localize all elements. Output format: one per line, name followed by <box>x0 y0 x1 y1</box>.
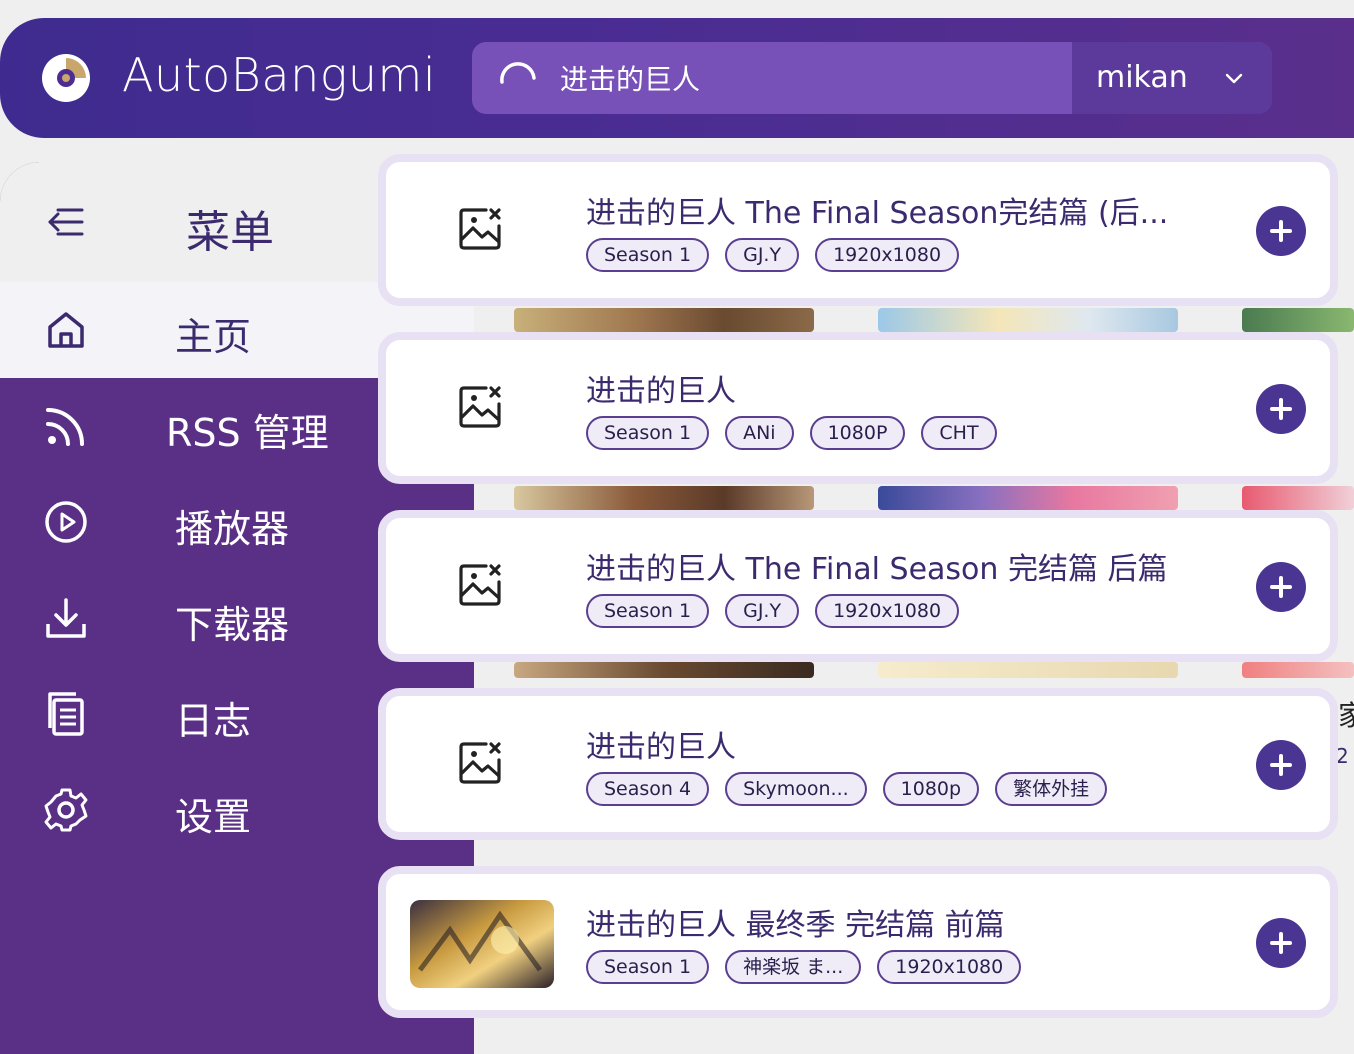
add-button[interactable] <box>1256 562 1306 612</box>
subtitle-tag: CHT <box>921 416 997 450</box>
poster-thumbnail-art <box>410 900 554 988</box>
gear-icon <box>44 788 88 832</box>
sidebar-item-label: RSS 管理 <box>166 411 329 455</box>
menu-title: 菜单 <box>186 207 274 258</box>
logo-icon <box>42 54 90 102</box>
plus-icon <box>1270 398 1292 420</box>
rss-icon <box>46 408 84 446</box>
result-title: 进击的巨人 <box>586 374 736 409</box>
add-button[interactable] <box>1256 740 1306 790</box>
source-select-value: mikan <box>1096 60 1188 95</box>
anime-poster[interactable] <box>514 308 814 332</box>
loading-spinner-icon <box>500 62 536 84</box>
plus-icon <box>1270 576 1292 598</box>
result-title: 进击的巨人 The Final Season完结篇 (后... <box>586 196 1169 231</box>
poster-thumbnail <box>410 900 554 988</box>
season-tag: Season 1 <box>586 950 710 984</box>
image-placeholder-icon <box>459 564 501 606</box>
anime-poster[interactable] <box>1242 486 1354 510</box>
group-tag: Skymoon... <box>725 772 867 806</box>
download-icon <box>46 598 86 638</box>
subtitle-tag: 繁体外挂 <box>995 772 1108 806</box>
plus-icon <box>1270 220 1292 242</box>
search-result-card[interactable]: 进击的巨人 Season 4 Skymoon... 1080p 繁体外挂 <box>378 688 1338 840</box>
image-placeholder-icon <box>459 742 501 784</box>
search-input[interactable] <box>560 56 1060 100</box>
anime-poster[interactable] <box>878 662 1178 678</box>
resolution-tag: 1080P <box>809 416 906 450</box>
top-bar: AutoBangumi mikan <box>0 18 1354 138</box>
season-tag: Season 1 <box>586 416 710 450</box>
log-icon <box>48 692 84 736</box>
result-title: 进击的巨人 The Final Season 完结篇 后篇 <box>586 552 1168 587</box>
result-tags: Season 1 GJ.Y 1920x1080 <box>586 238 960 272</box>
group-tag: GJ.Y <box>725 238 800 272</box>
plus-icon <box>1270 754 1292 776</box>
anime-poster[interactable] <box>1242 662 1354 678</box>
resolution-tag: 1920x1080 <box>815 238 960 272</box>
add-button[interactable] <box>1256 384 1306 434</box>
season-tag: Season 4 <box>586 772 710 806</box>
add-button[interactable] <box>1256 918 1306 968</box>
add-button[interactable] <box>1256 206 1306 256</box>
search-result-card[interactable]: 进击的巨人 Season 1 ANi 1080P CHT <box>378 332 1338 484</box>
sidebar-item-label: 日志 <box>175 699 252 743</box>
result-tags: Season 4 Skymoon... 1080p 繁体外挂 <box>586 772 1108 806</box>
anime-poster[interactable] <box>514 486 814 510</box>
plus-icon <box>1270 932 1292 954</box>
image-placeholder-icon <box>459 386 501 428</box>
result-tags: Season 1 神楽坂 ま... 1920x1080 <box>586 950 1022 984</box>
group-tag: ANi <box>725 416 794 450</box>
result-title: 进击的巨人 最终季 完结篇 前篇 <box>586 908 1005 943</box>
search-box[interactable]: mikan <box>472 42 1272 114</box>
anime-poster[interactable] <box>1242 308 1354 332</box>
anime-poster[interactable] <box>878 486 1178 510</box>
result-title: 进击的巨人 <box>586 730 736 765</box>
home-icon <box>48 312 84 348</box>
app-title: AutoBangumi <box>122 48 437 102</box>
search-result-card[interactable]: 进击的巨人 The Final Season 完结篇 后篇 Season 1 G… <box>378 510 1338 662</box>
chevron-down-icon <box>1225 73 1243 84</box>
play-circle-icon <box>45 501 87 543</box>
sidebar-item-label: 主页 <box>175 315 252 359</box>
sidebar-item-label: 播放器 <box>175 507 290 551</box>
resolution-tag: 1920x1080 <box>877 950 1022 984</box>
anime-poster[interactable] <box>514 662 814 678</box>
search-result-card[interactable]: 进击的巨人 The Final Season完结篇 (后... Season 1… <box>378 154 1338 306</box>
season-tag: Season 1 <box>586 238 710 272</box>
menu-collapse-icon[interactable] <box>44 202 88 242</box>
sidebar-item-label: 下载器 <box>175 603 290 647</box>
search-result-card[interactable]: 进击的巨人 最终季 完结篇 前篇 Season 1 神楽坂 ま... 1920x… <box>378 866 1338 1018</box>
poster-title-partial: 家 <box>1338 699 1354 732</box>
image-placeholder-icon <box>459 208 501 250</box>
group-tag: GJ.Y <box>725 594 800 628</box>
resolution-tag: 1080p <box>882 772 980 806</box>
source-select[interactable]: mikan <box>1072 42 1272 114</box>
result-tags: Season 1 ANi 1080P CHT <box>586 416 997 450</box>
resolution-tag: 1920x1080 <box>815 594 960 628</box>
anime-poster[interactable] <box>878 308 1178 332</box>
group-tag: 神楽坂 ま... <box>725 950 862 984</box>
sidebar-item-label: 设置 <box>175 795 252 839</box>
season-tag: Season 1 <box>586 594 710 628</box>
result-tags: Season 1 GJ.Y 1920x1080 <box>586 594 960 628</box>
